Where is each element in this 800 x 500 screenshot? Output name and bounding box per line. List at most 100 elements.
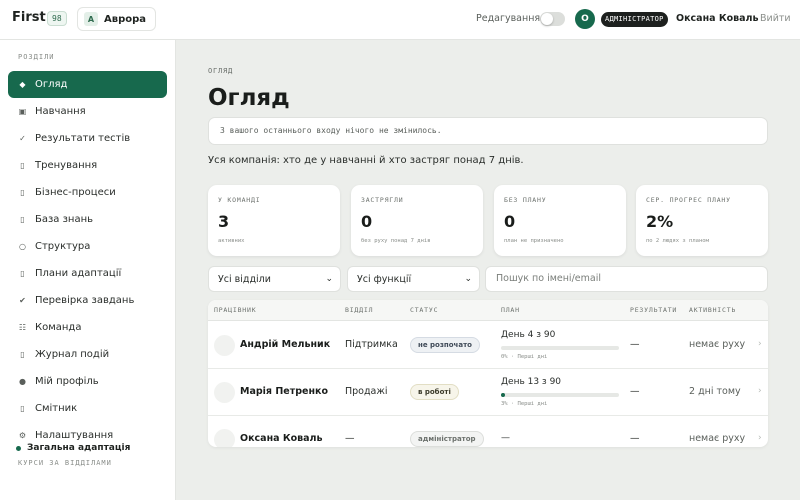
document-icon: ▯	[20, 269, 25, 278]
sidebar-item-label: Результати тестів	[35, 133, 131, 144]
stat-value: 0	[504, 212, 516, 231]
sidebar-item-label: Огляд	[35, 79, 68, 90]
grid-icon: ☷	[18, 323, 27, 332]
sidebar-item-label: Перевірка завдань	[35, 295, 135, 306]
sidebar-item[interactable]: ✓ Результати тестів	[8, 125, 167, 152]
edit-mode-label: Редагування	[476, 13, 541, 24]
circle-icon: ○	[19, 242, 26, 251]
document-icon: ▯	[20, 215, 25, 224]
plan-day: День 13 з 90	[501, 377, 562, 387]
sidebar-item[interactable]: ▯ Смітник	[8, 395, 167, 422]
course-item[interactable]: Загальна адаптація	[16, 443, 130, 453]
results-value: —	[630, 433, 640, 444]
workspace-avatar: А	[84, 12, 98, 26]
employee-name: Андрій Мельник	[240, 339, 331, 350]
sidebar-item-label: Бізнес-процеси	[35, 187, 116, 198]
course-dot-icon	[16, 445, 21, 451]
plan-progress-label: 0% · Перші дні	[501, 354, 548, 360]
page-subtitle: Уся компанія: хто де у навчанні й хто за…	[208, 155, 524, 166]
stat-card-team: У КОМАНДІ 3 активних	[208, 185, 340, 256]
page-title: Огляд	[208, 85, 290, 111]
column-header[interactable]: АКТИВНІСТЬ	[689, 306, 736, 314]
sidebar-item-label: Навчання	[35, 106, 86, 117]
column-header[interactable]: ВІДДІЛ	[345, 306, 373, 314]
chevron-down-icon: ⌄	[464, 274, 472, 284]
logout-link[interactable]: Вийти	[760, 13, 791, 24]
sidebar-item-label: База знань	[35, 214, 94, 225]
stat-card-no-plan: БЕЗ ПЛАНУ 0 план не призначено	[494, 185, 626, 256]
sidebar-item[interactable]: ▣ Навчання	[8, 98, 167, 125]
plan-progress-fill	[501, 393, 505, 397]
stat-subtext: активних	[218, 238, 245, 244]
role-badge: АДМІНІСТРАТОР	[601, 12, 668, 27]
brand-badge: 98	[47, 11, 67, 26]
sidebar-item[interactable]: ○ Структура	[8, 233, 167, 260]
document-icon: ▯	[20, 404, 25, 413]
employee-avatar	[214, 335, 235, 356]
sidebar-item[interactable]: ▯ Бізнес-процеси	[8, 179, 167, 206]
sidebar: РОЗДІЛИ ◆ Огляд ▣ Навчання ✓ Результати тесті…	[0, 40, 176, 500]
table-header: ПРАЦІВНИК ВІДДІЛ СТАТУС ПЛАН РЕЗУЛЬТАТИ …	[208, 300, 768, 321]
employee-avatar	[214, 382, 235, 403]
chevron-right-icon[interactable]: ›	[758, 386, 762, 396]
workspace-name: Аврора	[104, 13, 147, 25]
changes-notice: З вашого останнього входу нічого не змін…	[208, 117, 768, 145]
department-select[interactable]: Усі відділи ⌄	[208, 266, 341, 292]
function-select[interactable]: Усі функції ⌄	[347, 266, 480, 292]
table-row[interactable]: Марія Петренко Продажі в роботі День 13 з 9…	[208, 369, 768, 416]
stat-card-avg-progress: СЕР. ПРОГРЕС ПЛАНУ 2% по 2 людях з плано…	[636, 185, 768, 256]
activity-value: 2 дні тому	[689, 386, 741, 397]
table-row[interactable]: Оксана Коваль — адміністратор — — немає руху ›	[208, 416, 768, 447]
book-icon: ▣	[18, 107, 27, 116]
course-label: Загальна адаптація	[27, 443, 131, 453]
table-row[interactable]: Андрій Мельник Підтримка не розпочато День …	[208, 322, 768, 369]
stat-label: У КОМАНДІ	[218, 196, 261, 204]
sidebar-item[interactable]: ● Мій профіль	[8, 368, 167, 395]
stat-value: 2%	[646, 212, 674, 231]
courses-section-label: КУРСИ ЗА ВІДДІЛАМИ	[18, 459, 112, 467]
sidebar-item-label: Тренування	[35, 160, 98, 171]
chevron-right-icon[interactable]: ›	[758, 433, 762, 443]
sidebar-item[interactable]: ▯ Плани адаптації	[8, 260, 167, 287]
stat-label: ЗАСТРЯГЛИ	[361, 196, 404, 204]
employee-department: Продажі	[345, 386, 388, 397]
sidebar-item-label: Плани адаптації	[35, 268, 122, 279]
stat-subtext: без руху понад 7 днів	[361, 238, 431, 244]
stat-label: БЕЗ ПЛАНУ	[504, 196, 547, 204]
workspace-switcher[interactable]: А Аврора	[77, 7, 157, 31]
stat-card-stuck: ЗАСТРЯГЛИ 0 без руху понад 7 днів	[351, 185, 483, 256]
plan-day: —	[501, 433, 510, 443]
document-icon: ▯	[20, 350, 25, 359]
sidebar-item[interactable]: ▯ База знань	[8, 206, 167, 233]
stat-subtext: по 2 людях з планом	[646, 238, 709, 244]
search-input[interactable]: Пошук по імені/email	[485, 266, 768, 292]
edit-mode-toggle[interactable]	[540, 12, 565, 26]
activity-value: немає руху	[689, 433, 746, 444]
user-avatar[interactable]: О	[575, 9, 595, 29]
chevron-down-icon: ⌄	[325, 274, 333, 284]
employee-department: Підтримка	[345, 339, 398, 350]
column-header[interactable]: ПРАЦІВНИК	[214, 306, 256, 314]
employee-avatar	[214, 429, 235, 447]
sidebar-item-label: Структура	[35, 241, 91, 252]
chevron-right-icon[interactable]: ›	[758, 339, 762, 349]
document-icon: ▯	[20, 161, 25, 170]
status-badge: в роботі	[410, 384, 459, 400]
stat-value: 0	[361, 212, 373, 231]
stat-subtext: план не призначено	[504, 238, 564, 244]
results-value: —	[630, 386, 640, 397]
toggle-knob	[541, 13, 553, 25]
sidebar-item[interactable]: ☷ Команда	[8, 314, 167, 341]
gear-icon: ⚙	[18, 431, 27, 440]
sidebar-item[interactable]: ▯ Журнал подій	[8, 341, 167, 368]
sidebar-item[interactable]: ▯ Тренування	[8, 152, 167, 179]
column-header[interactable]: РЕЗУЛЬТАТИ	[630, 306, 677, 314]
sidebar-item[interactable]: ◆ Огляд	[8, 71, 167, 98]
column-header[interactable]: ПЛАН	[501, 306, 520, 314]
sidebar-section-label: РОЗДІЛИ	[18, 53, 55, 61]
dot-icon: ●	[19, 377, 26, 386]
column-header[interactable]: СТАТУС	[410, 306, 438, 314]
brand-logo[interactable]: First	[12, 10, 46, 25]
plan-progress-label: 3% · Перші дні	[501, 401, 548, 407]
sidebar-item[interactable]: ✔ Перевірка завдань	[8, 287, 167, 314]
